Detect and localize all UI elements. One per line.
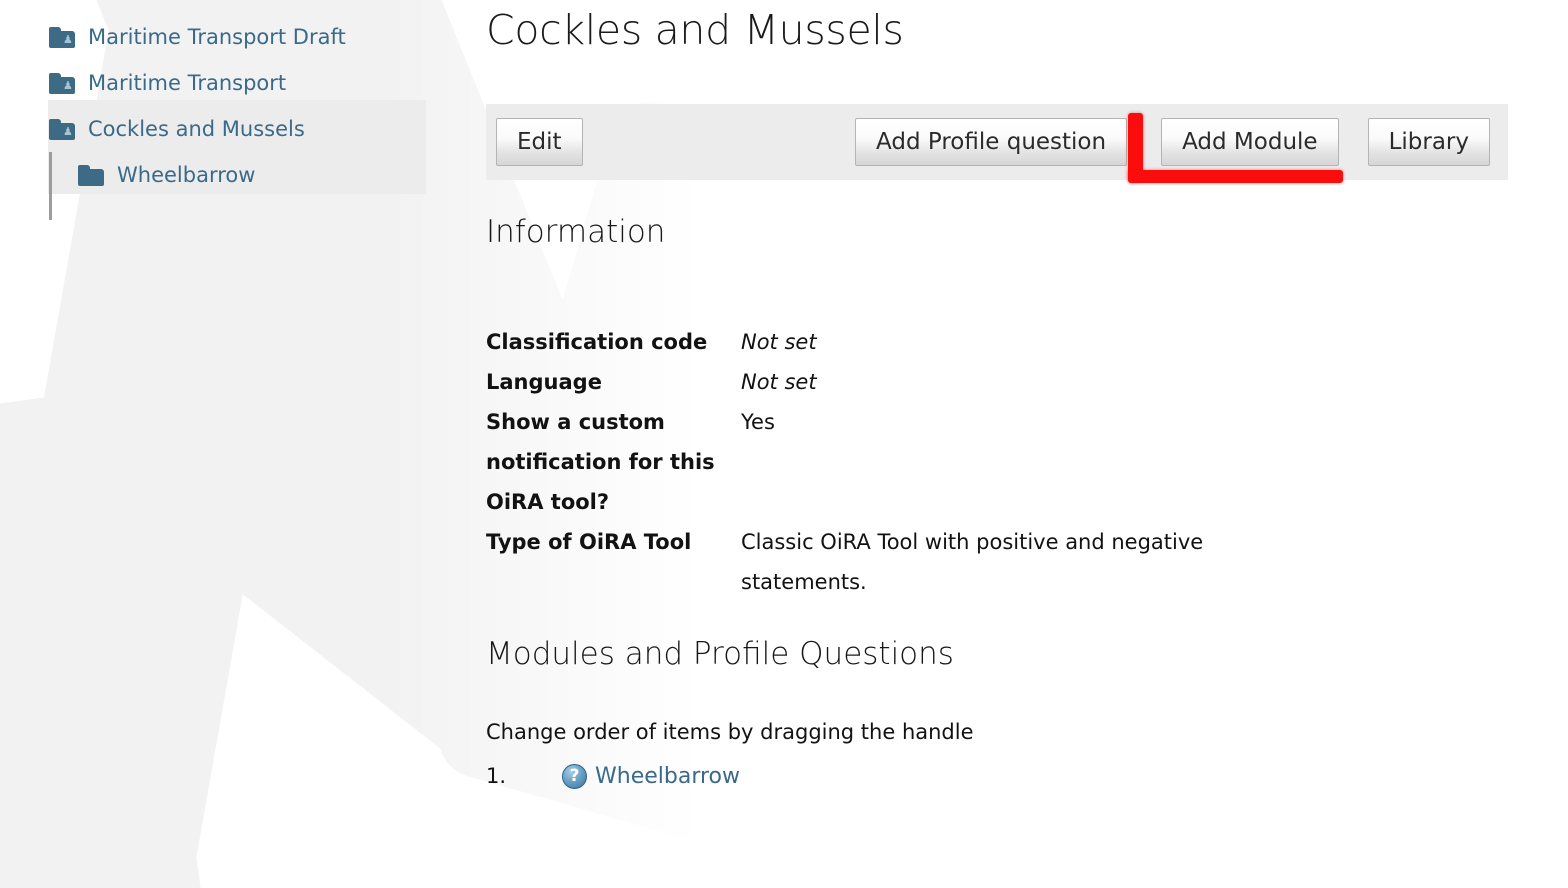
folder-icon bbox=[78, 164, 104, 186]
table-row: Show a custom notification for this OiRA… bbox=[486, 402, 1211, 522]
information-table: Classification code Not set Language Not… bbox=[486, 322, 1211, 602]
question-mark-icon: ? bbox=[562, 763, 587, 789]
info-key: Classification code bbox=[486, 330, 708, 354]
sidebar-item-wheelbarrow[interactable]: Wheelbarrow bbox=[0, 152, 470, 220]
library-button[interactable]: Library bbox=[1367, 118, 1490, 166]
info-key: Type of OiRA Tool bbox=[486, 530, 692, 554]
sidebar-item-label: Wheelbarrow bbox=[117, 163, 256, 187]
table-row: Classification code Not set bbox=[486, 322, 1211, 362]
sidebar-item-maritime-transport-draft[interactable]: ♟ Maritime Transport Draft bbox=[0, 14, 470, 60]
edit-button[interactable]: Edit bbox=[496, 118, 583, 166]
table-row: Type of OiRA Tool Classic OiRA Tool with… bbox=[486, 522, 1211, 602]
sidebar-item-cockles-and-mussels[interactable]: ♟ Cockles and Mussels bbox=[0, 106, 470, 152]
action-toolbar: Edit Add Profile question Add Module Lib… bbox=[486, 104, 1508, 180]
page-title: Cockles and Mussels bbox=[486, 6, 904, 54]
information-heading: Information bbox=[486, 214, 666, 250]
sidebar-tree: ♟ Maritime Transport Draft ♟ Maritime Tr… bbox=[0, 0, 470, 220]
folder-profile-icon: ♟ bbox=[49, 72, 75, 94]
table-row: Language Not set bbox=[486, 362, 1211, 402]
info-value: Classic OiRA Tool with positive and nega… bbox=[741, 530, 1204, 594]
sidebar-item-label: Maritime Transport bbox=[88, 71, 287, 95]
list-item-index: 1. bbox=[486, 764, 507, 788]
sidebar-item-label: Maritime Transport Draft bbox=[88, 25, 346, 49]
modules-heading: Modules and Profile Questions bbox=[486, 636, 954, 672]
folder-profile-icon: ♟ bbox=[49, 118, 75, 140]
folder-profile-icon: ♟ bbox=[49, 26, 75, 48]
drag-order-hint: Change order of items by dragging the ha… bbox=[486, 720, 974, 744]
info-key: Show a custom notification for this OiRA… bbox=[486, 410, 715, 514]
add-profile-question-button[interactable]: Add Profile question bbox=[855, 118, 1128, 166]
list-item[interactable]: 1. ? Wheelbarrow bbox=[486, 759, 740, 793]
module-link-wheelbarrow[interactable]: Wheelbarrow bbox=[595, 764, 740, 789]
add-module-button[interactable]: Add Module bbox=[1161, 118, 1339, 166]
module-list: 1. ? Wheelbarrow bbox=[486, 759, 740, 793]
info-value: Not set bbox=[741, 330, 817, 354]
sidebar-item-label: Cockles and Mussels bbox=[88, 117, 305, 141]
info-key: Language bbox=[486, 370, 602, 394]
highlight-annotation-horizontal bbox=[1128, 170, 1343, 183]
info-value: Not set bbox=[741, 370, 817, 394]
tree-rail bbox=[49, 152, 52, 220]
info-value: Yes bbox=[741, 410, 775, 434]
main-content: Cockles and Mussels Edit Add Profile que… bbox=[486, 0, 1568, 888]
